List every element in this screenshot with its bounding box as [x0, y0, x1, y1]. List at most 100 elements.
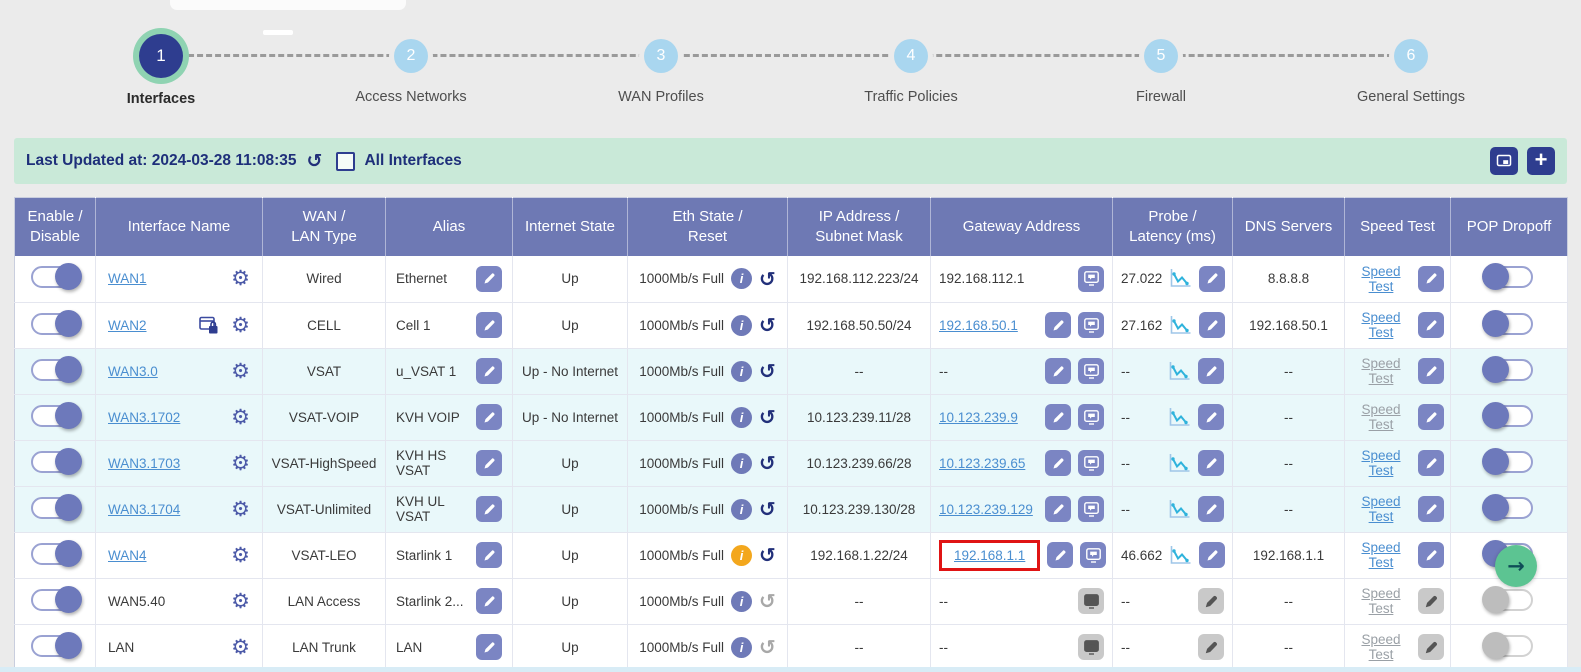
info-icon[interactable]: i	[731, 591, 752, 612]
gateway-ping-button[interactable]	[1078, 266, 1104, 292]
interface-name-link[interactable]: WAN3.1702	[108, 410, 224, 425]
probe-edit-button[interactable]	[1198, 588, 1224, 614]
gateway-edit-button[interactable]	[1045, 358, 1071, 384]
speed-test-link[interactable]: Speed Test	[1351, 448, 1411, 478]
speed-test-link[interactable]: Speed Test	[1351, 264, 1411, 294]
pop-dropoff-toggle[interactable]	[1485, 451, 1533, 473]
gateway-ping-button[interactable]	[1078, 450, 1104, 476]
reset-icon[interactable]: ↺	[759, 453, 776, 473]
step-circle[interactable]: 6	[1394, 39, 1428, 73]
alias-edit-button[interactable]	[476, 588, 502, 614]
speed-test-link[interactable]: Speed Test	[1351, 494, 1411, 524]
reset-icon[interactable]: ↺	[759, 361, 776, 381]
step-circle[interactable]: 4	[894, 39, 928, 73]
gateway-edit-button[interactable]	[1047, 542, 1073, 568]
enable-toggle[interactable]	[31, 451, 79, 473]
speed-test-link[interactable]: Speed Test	[1351, 632, 1411, 662]
speed-test-edit-button[interactable]	[1418, 588, 1444, 614]
gateway-edit-button[interactable]	[1045, 496, 1071, 522]
speed-test-edit-button[interactable]	[1418, 634, 1444, 660]
enable-toggle[interactable]	[31, 266, 79, 288]
latency-chart-icon[interactable]	[1168, 499, 1191, 520]
reset-icon[interactable]: ↺	[759, 407, 776, 427]
gateway-ping-button[interactable]	[1078, 634, 1104, 660]
stepper-step-traffic-policies[interactable]: 4Traffic Policies	[786, 26, 1036, 107]
stepper-step-firewall[interactable]: 5Firewall	[1036, 26, 1286, 107]
speed-test-link[interactable]: Speed Test	[1351, 356, 1411, 386]
interface-name-link[interactable]: WAN3.0	[108, 364, 224, 379]
gear-icon[interactable]: ⚙	[231, 407, 250, 428]
gear-icon[interactable]: ⚙	[231, 637, 250, 658]
enable-toggle[interactable]	[31, 405, 79, 427]
gear-icon[interactable]: ⚙	[231, 361, 250, 382]
gateway-link[interactable]: 10.123.239.65	[939, 456, 1025, 471]
gateway-ping-button[interactable]	[1078, 404, 1104, 430]
info-icon[interactable]: i	[731, 499, 752, 520]
sim-lock-icon[interactable]	[199, 316, 220, 335]
interface-name-link[interactable]: WAN4	[108, 548, 224, 563]
info-icon[interactable]: i	[731, 637, 752, 658]
cursor-arrow-overlay[interactable]: →	[1495, 545, 1537, 587]
gateway-link[interactable]: 192.168.1.1	[954, 548, 1025, 563]
gear-icon[interactable]: ⚙	[231, 268, 250, 289]
gateway-edit-button[interactable]	[1045, 450, 1071, 476]
gateway-link[interactable]: 10.123.239.9	[939, 410, 1018, 425]
info-icon[interactable]: i	[731, 268, 752, 289]
info-icon[interactable]: i	[731, 361, 752, 382]
alias-edit-button[interactable]	[476, 634, 502, 660]
refresh-icon[interactable]: ↺	[307, 150, 323, 172]
gateway-edit-button[interactable]	[1045, 312, 1071, 338]
speed-test-edit-button[interactable]	[1418, 450, 1444, 476]
alias-edit-button[interactable]	[476, 496, 502, 522]
speed-test-edit-button[interactable]	[1418, 542, 1444, 568]
interface-name-link[interactable]: WAN1	[108, 271, 224, 286]
gateway-edit-button[interactable]	[1045, 404, 1071, 430]
speed-test-edit-button[interactable]	[1418, 312, 1444, 338]
enable-toggle[interactable]	[31, 635, 79, 657]
speed-test-edit-button[interactable]	[1418, 404, 1444, 430]
enable-toggle[interactable]	[31, 497, 79, 519]
alias-edit-button[interactable]	[476, 404, 502, 430]
pop-dropoff-toggle[interactable]	[1485, 266, 1533, 288]
gateway-link[interactable]: 192.168.50.1	[939, 318, 1018, 333]
reset-icon[interactable]: ↺	[759, 499, 776, 519]
speed-test-edit-button[interactable]	[1418, 358, 1444, 384]
speed-test-link[interactable]: Speed Test	[1351, 540, 1411, 570]
enable-toggle[interactable]	[31, 589, 79, 611]
alias-edit-button[interactable]	[476, 542, 502, 568]
latency-chart-icon[interactable]	[1169, 315, 1192, 336]
stepper-step-wan-profiles[interactable]: 3WAN Profiles	[536, 26, 786, 107]
pop-dropoff-toggle[interactable]	[1485, 313, 1533, 335]
stepper-step-general-settings[interactable]: 6General Settings	[1286, 26, 1536, 107]
speed-test-link[interactable]: Speed Test	[1351, 586, 1411, 616]
card-view-button[interactable]	[1490, 147, 1518, 175]
info-icon[interactable]: i	[731, 315, 752, 336]
speed-test-link[interactable]: Speed Test	[1351, 402, 1411, 432]
step-circle[interactable]: 3	[644, 39, 678, 73]
enable-toggle[interactable]	[31, 543, 79, 565]
interface-name-link[interactable]: WAN2	[108, 318, 192, 333]
alias-edit-button[interactable]	[476, 358, 502, 384]
info-icon[interactable]: i	[731, 453, 752, 474]
stepper-step-interfaces[interactable]: 1Interfaces	[36, 26, 286, 107]
gear-icon[interactable]: ⚙	[231, 453, 250, 474]
gateway-ping-button[interactable]	[1078, 312, 1104, 338]
add-interface-button[interactable]: +	[1527, 147, 1555, 175]
speed-test-edit-button[interactable]	[1418, 496, 1444, 522]
reset-icon[interactable]: ↺	[759, 269, 776, 289]
alias-edit-button[interactable]	[476, 450, 502, 476]
step-circle[interactable]: 5	[1144, 39, 1178, 73]
alias-edit-button[interactable]	[476, 312, 502, 338]
gear-icon[interactable]: ⚙	[231, 315, 250, 336]
pop-dropoff-toggle[interactable]	[1485, 359, 1533, 381]
probe-edit-button[interactable]	[1199, 266, 1225, 292]
latency-chart-icon[interactable]	[1168, 453, 1191, 474]
gateway-ping-button[interactable]	[1078, 496, 1104, 522]
interface-name-link[interactable]: WAN3.1704	[108, 502, 224, 517]
gateway-ping-button[interactable]	[1080, 542, 1106, 568]
gear-icon[interactable]: ⚙	[231, 591, 250, 612]
latency-chart-icon[interactable]	[1169, 268, 1192, 289]
gear-icon[interactable]: ⚙	[231, 499, 250, 520]
alias-edit-button[interactable]	[476, 266, 502, 292]
reset-icon[interactable]: ↺	[759, 315, 776, 335]
